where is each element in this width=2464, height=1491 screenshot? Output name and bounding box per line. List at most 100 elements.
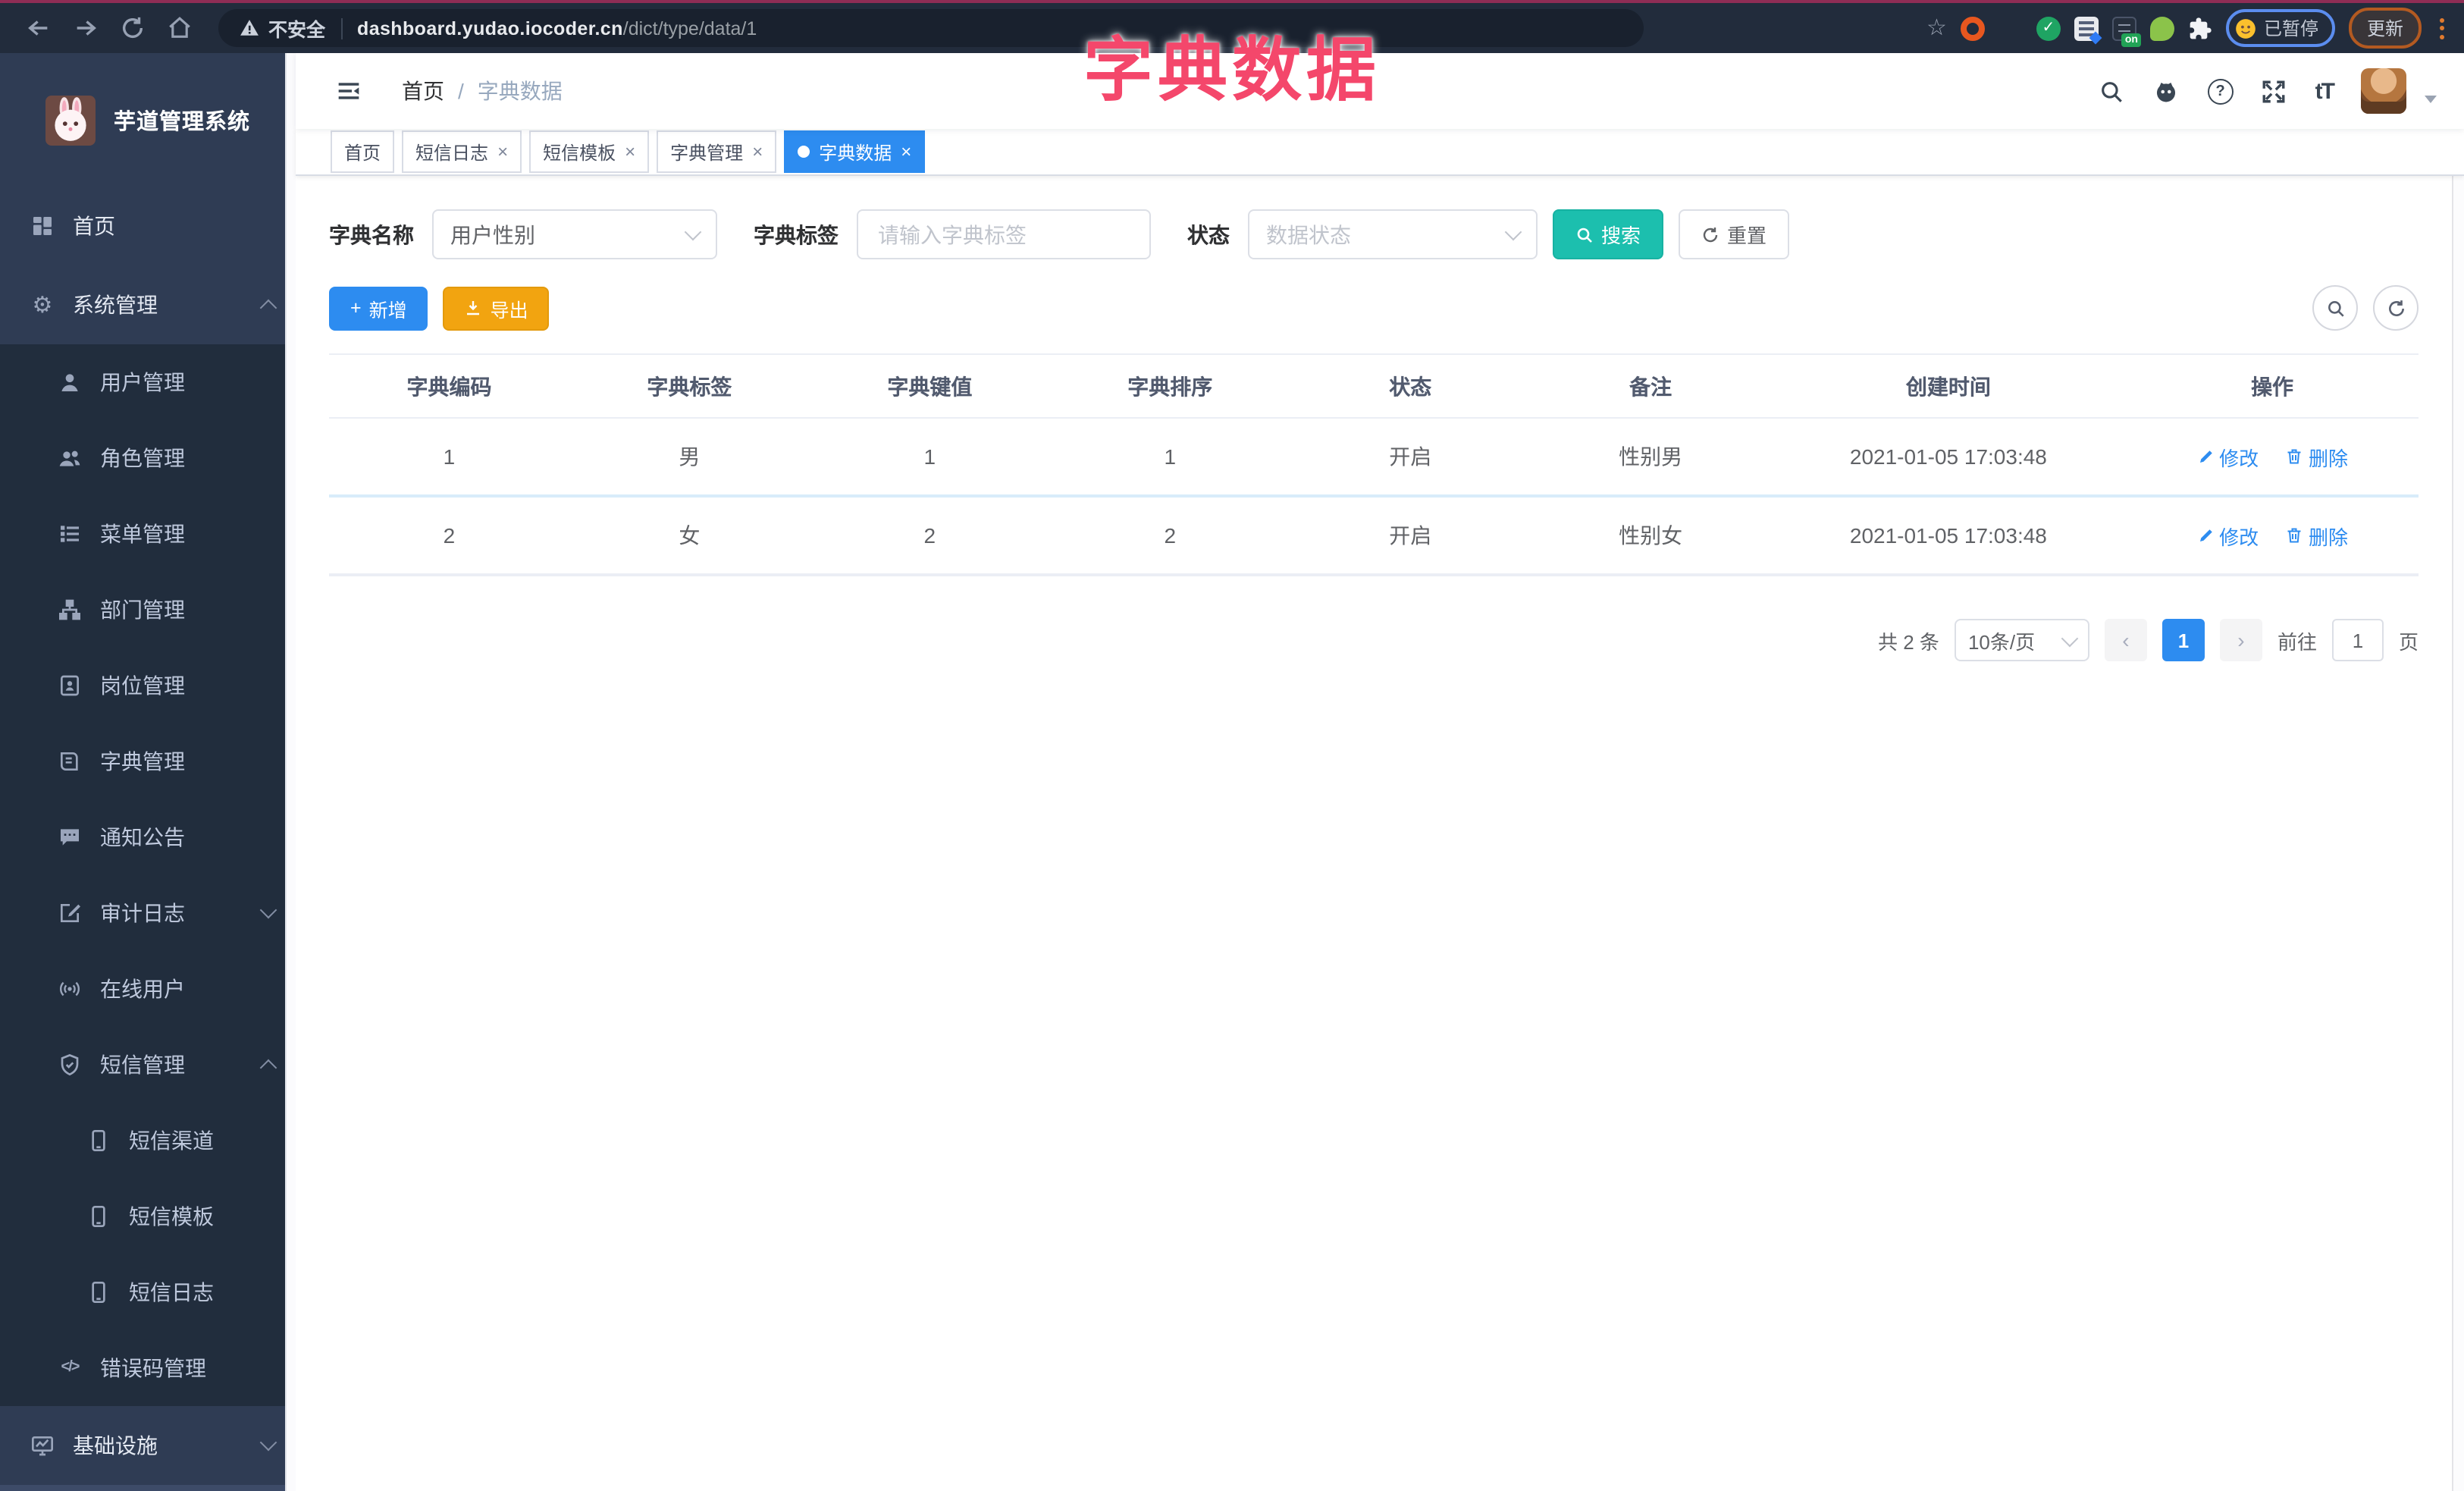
chevron-up-icon (259, 299, 277, 317)
tab-sms-template[interactable]: 短信模板 × (529, 130, 650, 173)
refresh-table-button[interactable] (2373, 285, 2419, 331)
sidebar-item-home[interactable]: 首页 (0, 187, 296, 265)
delete-link[interactable]: 删除 (2286, 442, 2348, 471)
edit-link[interactable]: 修改 (2196, 521, 2259, 550)
shield-check-icon (58, 1053, 82, 1077)
sidebar-item-posts[interactable]: 岗位管理 (0, 648, 296, 724)
book-icon (58, 749, 82, 774)
forward-icon[interactable] (73, 15, 99, 41)
close-icon[interactable]: × (752, 143, 763, 161)
current-page-button[interactable]: 1 (2161, 619, 2205, 661)
export-button[interactable]: 导出 (443, 286, 550, 330)
edit-link[interactable]: 修改 (2196, 442, 2259, 471)
chevron-down-icon (684, 223, 702, 241)
layout: 芋道管理系统 首页 ⚙ 系统管理 用户管理 角色管理 菜单管理 部门管理 岗位管… (0, 53, 2464, 1491)
page-size-select[interactable]: 10条/页 (1954, 619, 2089, 661)
search-button[interactable]: 搜索 (1553, 209, 1664, 259)
sidebar-item-sms-channel[interactable]: 短信渠道 (0, 1103, 296, 1179)
sidebar-item-system[interactable]: ⚙ 系统管理 (0, 265, 296, 344)
sidebar-logo[interactable]: 芋道管理系统 (0, 53, 296, 187)
dict-data-table: 字典编码 字典标签 字典键值 字典排序 状态 备注 创建时间 操作 1 男 1 … (329, 353, 2419, 576)
breadcrumb-separator: / (458, 79, 464, 103)
close-icon[interactable]: × (901, 143, 911, 161)
tags-view-bar: 首页 短信日志 × 短信模板 × 字典管理 × 字典数据 × (296, 129, 2464, 176)
extension-list-icon[interactable] (2074, 16, 2102, 44)
dict-label-input[interactable] (875, 221, 1133, 248)
next-page-button[interactable]: › (2219, 619, 2262, 661)
delete-link[interactable]: 删除 (2286, 521, 2348, 550)
sidebar-item-infrastructure[interactable]: 基础设施 (0, 1406, 296, 1485)
sidebar-item-sms[interactable]: 短信管理 (0, 1027, 296, 1103)
search-icon (2328, 300, 2343, 316)
bookmark-star-icon[interactable]: ☆ (1926, 17, 1947, 39)
menu-list-icon (58, 522, 82, 546)
url-separator (340, 17, 343, 39)
sidebar-item-online-users[interactable]: 在线用户 (0, 951, 296, 1027)
extension-drop-icon[interactable] (1998, 16, 2023, 40)
app-title: 芋道管理系统 (114, 110, 250, 134)
goto-label: 前往 (2277, 630, 2317, 653)
sidebar-item-menus[interactable]: 菜单管理 (0, 496, 296, 572)
tab-home[interactable]: 首页 (331, 130, 395, 173)
status-select[interactable]: 数据状态 (1248, 209, 1538, 259)
reload-icon[interactable] (120, 15, 146, 41)
trash-icon (2288, 449, 2302, 464)
sidebar-item-dict[interactable]: 字典管理 (0, 724, 296, 799)
chevron-down-icon (1504, 223, 1522, 241)
user-avatar[interactable] (2361, 68, 2406, 114)
close-icon[interactable]: × (497, 143, 508, 161)
fullscreen-icon[interactable] (2261, 77, 2288, 105)
pagination: 共 2 条 10条/页 ‹ 1 › 前往 页 (329, 619, 2419, 661)
back-icon[interactable] (26, 15, 52, 41)
prev-page-button[interactable]: ‹ (2104, 619, 2147, 661)
extension-sprout-icon[interactable] (2149, 16, 2174, 40)
sidebar-item-notice[interactable]: 通知公告 (0, 799, 296, 875)
update-button[interactable]: 更新 (2348, 8, 2422, 49)
extension-check-icon[interactable]: ✓ (2036, 16, 2061, 40)
chevron-down-icon (259, 1433, 277, 1452)
tab-dict-data[interactable]: 字典数据 × (784, 130, 926, 173)
sidebar-item-error-code[interactable]: </> 错误码管理 (0, 1330, 296, 1406)
sidebar-item-roles[interactable]: 角色管理 (0, 420, 296, 496)
trash-icon (2288, 528, 2302, 543)
phone-icon (86, 1204, 111, 1229)
dict-label-input-wrap (857, 209, 1151, 259)
avatar-caret-icon[interactable] (2425, 95, 2437, 102)
add-button[interactable]: + 新增 (329, 286, 428, 330)
dict-type-select[interactable]: 用户性别 (432, 209, 717, 259)
address-bar[interactable]: 不安全 dashboard.yudao.iocoder.cn /dict/typ… (218, 9, 1644, 47)
sidebar-item-sms-log[interactable]: 短信日志 (0, 1254, 296, 1330)
extension-onetab-icon[interactable]: on (2111, 16, 2141, 46)
toggle-search-button[interactable] (2312, 285, 2358, 331)
profile-paused-pill[interactable]: 已暂停 (2225, 9, 2335, 47)
extension-orange-icon[interactable] (1960, 16, 1985, 40)
reset-button[interactable]: 重置 (1679, 209, 1790, 259)
plus-icon: + (350, 297, 362, 319)
dict-type-label: 字典名称 (329, 222, 414, 246)
broadcast-icon (58, 977, 82, 1001)
search-icon[interactable] (2099, 77, 2126, 105)
sidebar-item-sms-template[interactable]: 短信模板 (0, 1179, 296, 1254)
pencil-icon (2199, 529, 2212, 541)
org-tree-icon (58, 598, 82, 622)
sidebar-item-users[interactable]: 用户管理 (0, 344, 296, 420)
tab-dict-manage[interactable]: 字典管理 × (657, 130, 777, 173)
chevron-down-icon (259, 901, 277, 919)
browser-menu-icon[interactable] (2435, 17, 2449, 39)
close-icon[interactable]: × (625, 143, 635, 161)
edit-square-icon (58, 901, 82, 925)
browser-actions: ☆ ✓ on 已暂停 更新 (1926, 8, 2449, 49)
sidebar-item-departments[interactable]: 部门管理 (0, 572, 296, 648)
github-icon[interactable] (2153, 77, 2180, 105)
table-header-row: 字典编码 字典标签 字典键值 字典排序 状态 备注 创建时间 操作 (329, 353, 2419, 419)
font-size-icon[interactable]: tT (2315, 78, 2335, 104)
sidebar-item-audit-log[interactable]: 审计日志 (0, 875, 296, 951)
collapse-sidebar-icon[interactable] (335, 79, 362, 103)
extensions-puzzle-icon[interactable] (2188, 16, 2212, 40)
goto-page-input[interactable] (2331, 619, 2384, 661)
help-icon[interactable]: ? (2207, 78, 2234, 104)
breadcrumb-home[interactable]: 首页 (402, 76, 444, 106)
code-icon: </> (61, 1359, 80, 1376)
home-icon[interactable] (167, 15, 193, 41)
tab-sms-log[interactable]: 短信日志 × (402, 130, 522, 173)
